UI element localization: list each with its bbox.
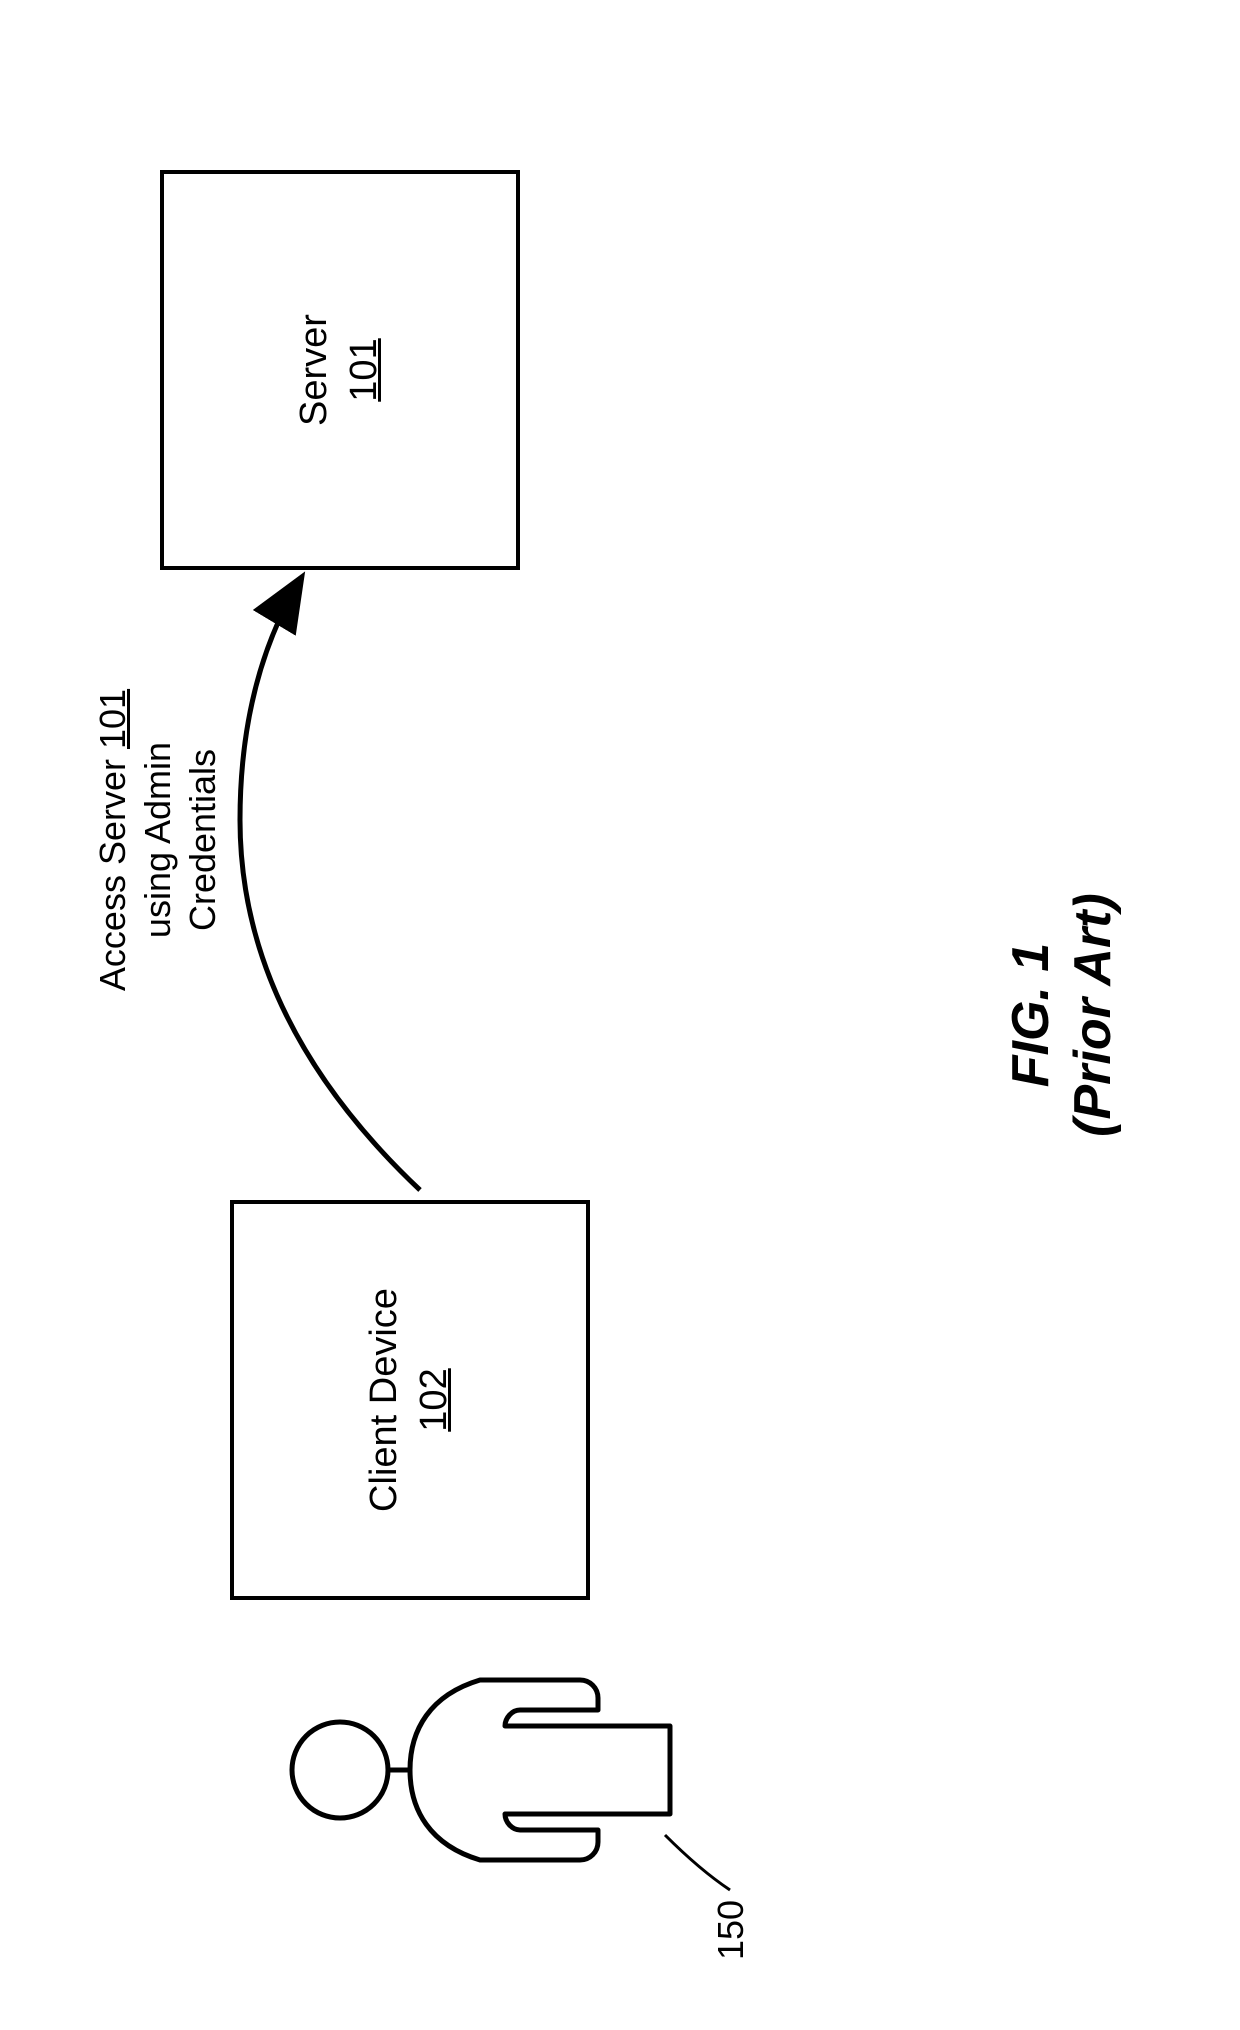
- person-icon: [280, 1640, 680, 1900]
- server-label: Server: [292, 314, 338, 426]
- leader-line: [660, 1820, 740, 1900]
- arrow-label-line1-pre: Access Server: [92, 749, 133, 991]
- server-ref: 101: [342, 338, 388, 401]
- client-device-ref: 102: [412, 1368, 458, 1431]
- flow-arrow: [230, 560, 430, 1200]
- person-ref-label: 150: [710, 1900, 752, 1960]
- arrow-label: Access Server 101 using Admin Credential…: [90, 670, 225, 1010]
- figure-caption-line1: FIG. 1: [1000, 893, 1062, 1137]
- figure-caption: FIG. 1 (Prior Art): [1000, 893, 1125, 1137]
- arrow-label-line3: Credentials: [180, 670, 225, 1010]
- figure-caption-line2: (Prior Art): [1062, 893, 1124, 1137]
- server-box: Server 101: [160, 170, 520, 570]
- arrow-label-line2: using Admin: [135, 670, 180, 1010]
- arrow-label-line1-ref: 101: [92, 689, 133, 749]
- client-device-label: Client Device: [362, 1288, 408, 1512]
- diagram-canvas: 150 Client Device 102 Server 101 Access …: [0, 0, 1240, 2030]
- client-device-box: Client Device 102: [230, 1200, 590, 1600]
